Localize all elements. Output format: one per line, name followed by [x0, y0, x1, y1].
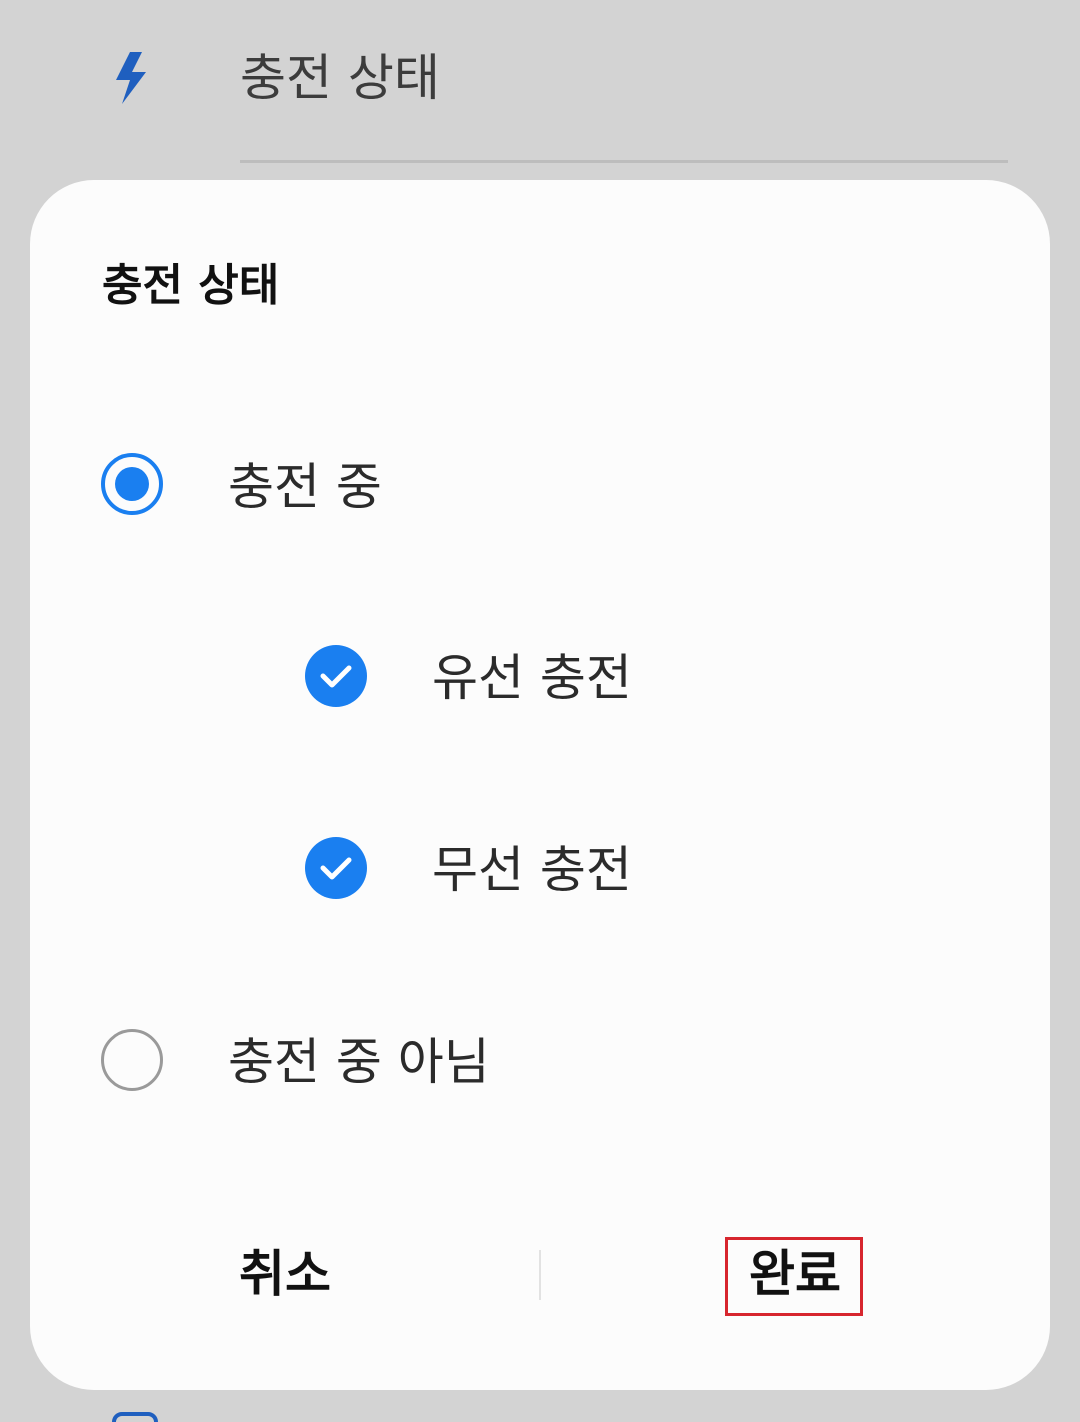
row-title: 충전 상태 — [240, 49, 440, 107]
option-label: 충전 중 아님 — [228, 1033, 490, 1091]
radio-button-selected[interactable] — [101, 453, 163, 515]
sub-option-label: 유선 충전 — [432, 649, 632, 707]
button-divider — [539, 1250, 541, 1300]
divider — [240, 160, 1008, 163]
background-item-icon — [112, 1412, 158, 1422]
charging-status-dialog: 충전 상태 충전 중 유선 충전 무선 충전 충전 중 아님 취소 완료 — [30, 180, 1050, 1390]
radio-button-unselected[interactable] — [101, 1029, 163, 1091]
cancel-button[interactable]: 취소 — [180, 1242, 390, 1306]
done-button-highlight — [725, 1237, 863, 1316]
option-label: 충전 중 — [228, 458, 382, 516]
screen: 충전 상태 충전 상태 충전 중 유선 충전 무선 충전 충전 중 아님 취소 … — [0, 0, 1080, 1422]
sub-option-label: 무선 충전 — [432, 841, 632, 899]
checkbox-checked-icon[interactable] — [305, 837, 367, 899]
dialog-title: 충전 상태 — [102, 260, 280, 311]
lightning-bolt-icon — [108, 50, 156, 106]
charging-status-row[interactable]: 충전 상태 — [0, 0, 1080, 165]
checkbox-checked-icon[interactable] — [305, 645, 367, 707]
